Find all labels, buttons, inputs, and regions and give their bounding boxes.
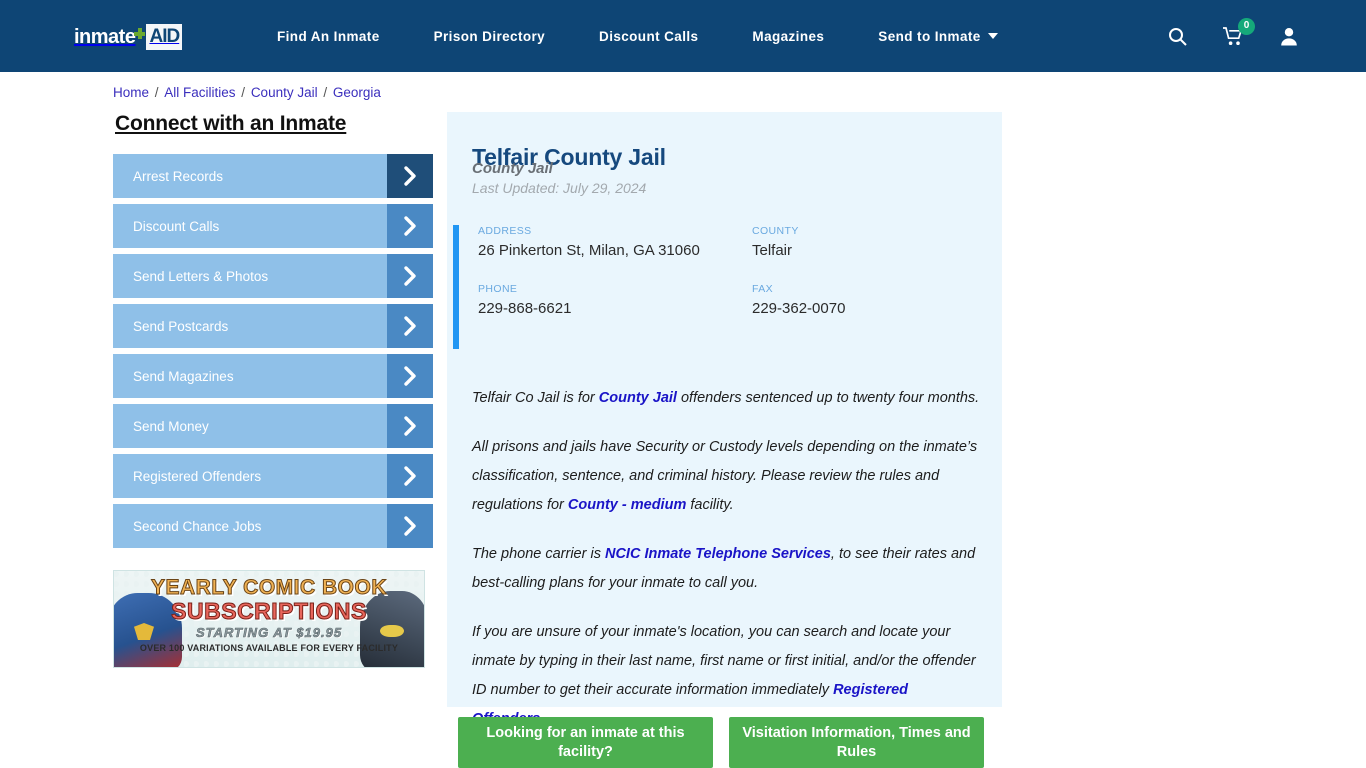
chevron-right-icon	[387, 404, 433, 448]
sidebar-item-label: Send Letters & Photos	[133, 268, 269, 284]
chevron-right-icon	[387, 504, 433, 548]
description-paragraph: All prisons and jails have Security or C…	[472, 439, 978, 513]
sidebar-item-label: Send Money	[133, 418, 209, 434]
description-paragraph: The phone carrier is NCIC Inmate Telepho…	[472, 546, 976, 591]
sidebar-title: Connect with an Inmate	[115, 112, 347, 135]
field-label: ADDRESS	[478, 225, 532, 237]
nav-label: Send to Inmate	[878, 28, 981, 44]
field-label: PHONE	[478, 283, 518, 295]
header-icon-group: 0	[1168, 0, 1298, 72]
sidebar-item-label: Second Chance Jobs	[133, 518, 262, 534]
accent-bar	[453, 225, 459, 349]
last-updated: Last Updated: July 29, 2024	[472, 180, 647, 196]
field-phone: PHONE 229-868-6621	[478, 283, 752, 319]
ad-headline-1: YEARLY COMIC BOOK	[150, 576, 388, 600]
breadcrumb-item-georgia[interactable]: Georgia	[333, 85, 381, 100]
inline-link[interactable]: County Jail	[599, 390, 677, 406]
chevron-right-icon	[387, 204, 433, 248]
field-value: Telfair	[752, 242, 793, 259]
find-inmate-button[interactable]: Looking for an inmate at this facility?	[458, 717, 713, 768]
nav-item-magazines[interactable]: Magazines	[725, 0, 851, 72]
facility-contact-block: ADDRESS 26 Pinkerton St, Milan, GA 31060…	[453, 225, 993, 349]
nav-label: Prison Directory	[433, 28, 546, 44]
nav-label: Discount Calls	[599, 28, 699, 44]
chevron-right-icon	[387, 454, 433, 498]
ad-price: STARTING AT $19.95	[195, 625, 343, 641]
sidebar-item-label: Send Magazines	[133, 368, 234, 384]
sidebar-item-label: Arrest Records	[133, 168, 224, 184]
sidebar-item-send-money[interactable]: Send Money	[113, 404, 433, 448]
chevron-right-icon	[387, 304, 433, 348]
site-header: inmate AID Find An Inmate Prison Directo…	[0, 0, 1366, 72]
chevron-right-icon	[387, 254, 433, 298]
facility-type: County Jail	[472, 160, 553, 177]
nav-item-find-an-inmate[interactable]: Find An Inmate	[250, 0, 407, 72]
chevron-right-icon	[387, 354, 433, 398]
description-paragraph: Telfair Co Jail is for County Jail offen…	[472, 390, 980, 406]
breadcrumb-separator: /	[237, 85, 249, 100]
facility-description: Telfair Co Jail is for County Jail offen…	[472, 384, 980, 754]
chevron-right-icon	[387, 154, 433, 198]
sidebar-item-second-chance-jobs[interactable]: Second Chance Jobs	[113, 504, 433, 548]
field-label: COUNTY	[752, 225, 799, 237]
field-value: 229-362-0070	[752, 300, 846, 317]
field-value: 26 Pinkerton St, Milan, GA 31060	[478, 242, 700, 259]
breadcrumb-item-all-facilities[interactable]: All Facilities	[164, 85, 235, 100]
field-label: FAX	[752, 283, 774, 295]
user-icon[interactable]	[1280, 27, 1298, 46]
nav-item-discount-calls[interactable]: Discount Calls	[572, 0, 725, 72]
ad-subtext: OVER 100 VARIATIONS AVAILABLE FOR EVERY …	[139, 643, 399, 653]
sidebar-item-discount-calls[interactable]: Discount Calls	[113, 204, 433, 248]
breadcrumb-separator: /	[319, 85, 331, 100]
sidebar-item-arrest-records[interactable]: Arrest Records	[113, 154, 433, 198]
breadcrumb-item-home[interactable]: Home	[113, 85, 149, 100]
sidebar-item-registered-offenders[interactable]: Registered Offenders	[113, 454, 433, 498]
field-fax: FAX 229-362-0070	[752, 283, 993, 319]
site-logo[interactable]: inmate AID	[74, 24, 183, 50]
cart-count-badge: 0	[1238, 17, 1255, 35]
sidebar-item-label: Registered Offenders	[133, 468, 262, 484]
facility-info-card: Telfair County Jail County Jail Last Upd…	[447, 112, 1002, 727]
comic-book-ad-banner[interactable]: YEARLY COMIC BOOK SUBSCRIPTIONS STARTING…	[113, 570, 425, 668]
chevron-down-icon	[987, 33, 998, 39]
inline-link[interactable]: NCIC Inmate Telephone Services	[605, 546, 831, 562]
breadcrumb-item-county-jail[interactable]: County Jail	[251, 85, 318, 100]
field-value: 229-868-6621	[478, 300, 572, 317]
nav-item-send-to-inmate[interactable]: Send to Inmate	[851, 0, 1024, 72]
visitation-info-button[interactable]: Visitation Information, Times and Rules	[729, 717, 984, 768]
field-address: ADDRESS 26 Pinkerton St, Milan, GA 31060	[478, 225, 752, 261]
nav-label: Magazines	[752, 28, 825, 44]
inline-link[interactable]: County - medium	[568, 497, 686, 513]
sidebar-item-send-magazines[interactable]: Send Magazines	[113, 354, 433, 398]
search-icon[interactable]	[1168, 27, 1187, 46]
logo-badge: AID	[146, 24, 183, 50]
sidebar-item-send-postcards[interactable]: Send Postcards	[113, 304, 433, 348]
green-cross-icon	[134, 27, 146, 39]
sidebar-item-label: Send Postcards	[133, 318, 229, 334]
cart-icon[interactable]: 0	[1223, 17, 1255, 46]
field-county: COUNTY Telfair	[752, 225, 993, 261]
nav-item-prison-directory[interactable]: Prison Directory	[407, 0, 572, 72]
facility-contact-grid: ADDRESS 26 Pinkerton St, Milan, GA 31060…	[478, 225, 993, 319]
ad-headline-2: SUBSCRIPTIONS	[171, 598, 367, 625]
primary-nav: Find An Inmate Prison Directory Discount…	[250, 0, 1025, 72]
nav-label: Find An Inmate	[277, 28, 380, 44]
breadcrumb: Home / All Facilities / County Jail / Ge…	[113, 85, 381, 100]
cta-button-row: Looking for an inmate at this facility? …	[458, 717, 984, 768]
sidebar: Connect with an Inmate Arrest Records Di…	[113, 112, 433, 554]
sidebar-item-send-letters-photos[interactable]: Send Letters & Photos	[113, 254, 433, 298]
logo-wordmark: inmate	[74, 26, 136, 48]
breadcrumb-separator: /	[151, 85, 163, 100]
sidebar-item-label: Discount Calls	[133, 218, 220, 234]
